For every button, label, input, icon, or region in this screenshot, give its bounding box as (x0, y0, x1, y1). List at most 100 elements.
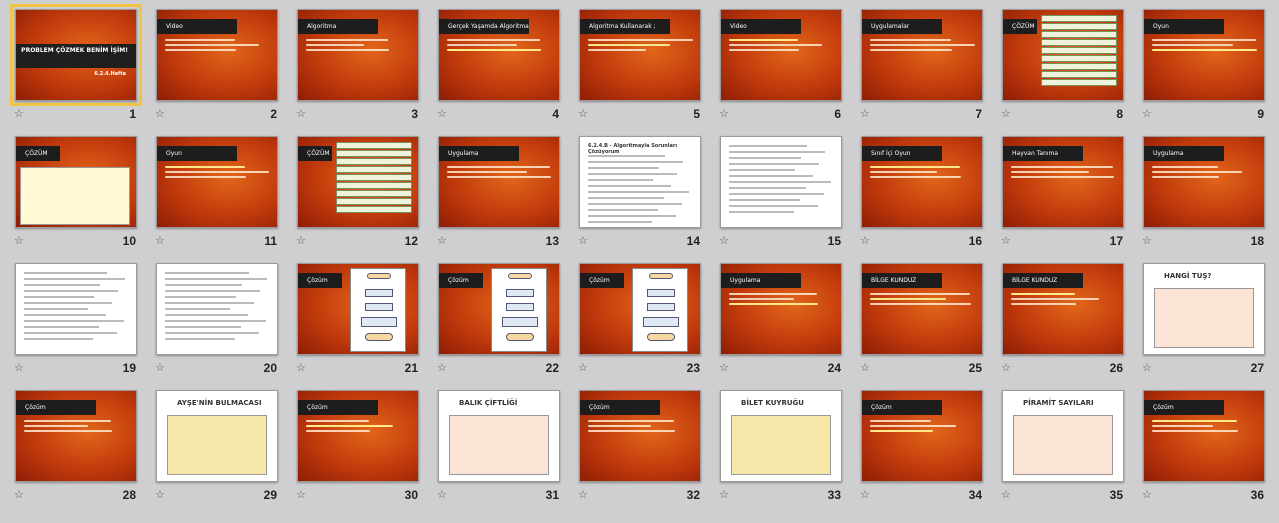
star-icon[interactable]: ☆ (719, 361, 729, 374)
slide-preview[interactable]: Algoritma (297, 9, 419, 101)
slide-preview[interactable] (156, 263, 278, 355)
slide-thumbnail-11[interactable]: Oyun ☆ 11 (141, 127, 281, 255)
slide-thumbnail-36[interactable]: Çözüm ☆ 36 (1128, 381, 1268, 509)
star-icon[interactable]: ☆ (296, 107, 306, 120)
slide-preview[interactable]: Çözüm (579, 263, 701, 355)
slide-preview[interactable]: Algoritma Kullanarak ; (579, 9, 701, 101)
slide-thumbnail-3[interactable]: Algoritma ☆ 3 (282, 0, 422, 128)
slide-preview[interactable]: Çözüm (579, 390, 701, 482)
slide-preview[interactable]: HANGİ TUŞ? (1143, 263, 1265, 355)
slide-thumbnail-5[interactable]: Algoritma Kullanarak ; ☆ 5 (564, 0, 704, 128)
star-icon[interactable]: ☆ (719, 107, 729, 120)
slide-thumbnail-17[interactable]: Hayvan Tanıma ☆ 17 (987, 127, 1127, 255)
slide-thumbnail-27[interactable]: HANGİ TUŞ? ☆ 27 (1128, 254, 1268, 382)
slide-thumbnail-24[interactable]: Uygulama ☆ 24 (705, 254, 845, 382)
slide-preview[interactable]: Uygulamalar (861, 9, 983, 101)
slide-thumbnail-35[interactable]: PİRAMİT SAYILARI ☆ 35 (987, 381, 1127, 509)
star-icon[interactable]: ☆ (578, 234, 588, 247)
slide-preview[interactable]: PROBLEM ÇÖZMEK BENİM İŞİM! 6.2.4.Hafta (10, 4, 142, 106)
slide-preview[interactable]: AYŞE'NİN BULMACASI (156, 390, 278, 482)
star-icon[interactable]: ☆ (1142, 234, 1152, 247)
star-icon[interactable]: ☆ (14, 488, 24, 501)
slide-preview[interactable]: Çözüm (297, 390, 419, 482)
slide-thumbnail-21[interactable]: Çözüm ☆ 21 (282, 254, 422, 382)
star-icon[interactable]: ☆ (719, 234, 729, 247)
slide-thumbnail-25[interactable]: BİLGE KUNDUZ ☆ 25 (846, 254, 986, 382)
slide-preview[interactable]: Çözüm (297, 263, 419, 355)
slide-preview[interactable]: BİLGE KUNDUZ (861, 263, 983, 355)
star-icon[interactable]: ☆ (437, 361, 447, 374)
star-icon[interactable]: ☆ (296, 361, 306, 374)
star-icon[interactable]: ☆ (155, 107, 165, 120)
star-icon[interactable]: ☆ (1001, 361, 1011, 374)
star-icon[interactable]: ☆ (296, 234, 306, 247)
slide-thumbnail-12[interactable]: ÇÖZÜM ☆ 12 (282, 127, 422, 255)
slide-preview[interactable]: Video (156, 9, 278, 101)
slide-thumbnail-4[interactable]: Gerçek Yaşamda Algoritma ☆ 4 (423, 0, 563, 128)
slide-preview[interactable]: Video (720, 9, 842, 101)
slide-preview[interactable]: Sınıf İçi Oyun (861, 136, 983, 228)
slide-thumbnail-31[interactable]: BALIK ÇİFTLİĞİ ☆ 31 (423, 381, 563, 509)
slide-thumbnail-33[interactable]: BİLET KUYRUĞU ☆ 33 (705, 381, 845, 509)
slide-preview[interactable]: BALIK ÇİFTLİĞİ (438, 390, 560, 482)
slide-preview[interactable]: Uygulama (1143, 136, 1265, 228)
star-icon[interactable]: ☆ (1001, 488, 1011, 501)
slide-preview[interactable]: Gerçek Yaşamda Algoritma (438, 9, 560, 101)
slide-preview[interactable]: PİRAMİT SAYILARI (1002, 390, 1124, 482)
slide-thumbnail-1[interactable]: PROBLEM ÇÖZMEK BENİM İŞİM! 6.2.4.Hafta ☆ 1 (0, 0, 142, 128)
star-icon[interactable]: ☆ (14, 234, 24, 247)
slide-thumbnail-28[interactable]: Çözüm ☆ 28 (0, 381, 140, 509)
slide-thumbnail-34[interactable]: Çözüm ☆ 34 (846, 381, 986, 509)
slide-preview[interactable]: Hayvan Tanıma (1002, 136, 1124, 228)
slide-thumbnail-20[interactable]: ☆ 20 (141, 254, 281, 382)
slide-thumbnail-32[interactable]: Çözüm ☆ 32 (564, 381, 704, 509)
star-icon[interactable]: ☆ (578, 488, 588, 501)
slide-preview[interactable]: 6.2.4.B - Algoritmayla Sorunları Çözüyor… (579, 136, 701, 228)
slide-thumbnail-22[interactable]: Çözüm ☆ 22 (423, 254, 563, 382)
slide-preview[interactable]: BİLGE KUNDUZ (1002, 263, 1124, 355)
star-icon[interactable]: ☆ (155, 488, 165, 501)
slide-thumbnail-2[interactable]: Video ☆ 2 (141, 0, 281, 128)
star-icon[interactable]: ☆ (860, 361, 870, 374)
star-icon[interactable]: ☆ (578, 107, 588, 120)
slide-thumbnail-29[interactable]: AYŞE'NİN BULMACASI ☆ 29 (141, 381, 281, 509)
star-icon[interactable]: ☆ (719, 488, 729, 501)
star-icon[interactable]: ☆ (155, 361, 165, 374)
star-icon[interactable]: ☆ (1001, 234, 1011, 247)
slide-thumbnail-18[interactable]: Uygulama ☆ 18 (1128, 127, 1268, 255)
slide-thumbnail-6[interactable]: Video ☆ 6 (705, 0, 845, 128)
slide-preview[interactable] (720, 136, 842, 228)
slide-preview[interactable]: Uygulama (438, 136, 560, 228)
slide-thumbnail-19[interactable]: ☆ 19 (0, 254, 140, 382)
star-icon[interactable]: ☆ (14, 107, 24, 120)
star-icon[interactable]: ☆ (1001, 107, 1011, 120)
slide-thumbnail-13[interactable]: Uygulama ☆ 13 (423, 127, 563, 255)
slide-thumbnail-26[interactable]: BİLGE KUNDUZ ☆ 26 (987, 254, 1127, 382)
slide-preview[interactable]: Çözüm (861, 390, 983, 482)
star-icon[interactable]: ☆ (578, 361, 588, 374)
slide-thumbnail-23[interactable]: Çözüm ☆ 23 (564, 254, 704, 382)
star-icon[interactable]: ☆ (437, 234, 447, 247)
slide-preview[interactable]: ÇÖZÜM (297, 136, 419, 228)
star-icon[interactable]: ☆ (860, 488, 870, 501)
slide-thumbnail-7[interactable]: Uygulamalar ☆ 7 (846, 0, 986, 128)
slide-preview[interactable]: Oyun (156, 136, 278, 228)
star-icon[interactable]: ☆ (155, 234, 165, 247)
slide-thumbnail-8[interactable]: ÇÖZÜM ☆ 8 (987, 0, 1127, 128)
slide-preview[interactable]: Çözüm (1143, 390, 1265, 482)
slide-preview[interactable]: ÇÖZÜM (1002, 9, 1124, 101)
slide-thumbnail-14[interactable]: 6.2.4.B - Algoritmayla Sorunları Çözüyor… (564, 127, 704, 255)
star-icon[interactable]: ☆ (1142, 107, 1152, 120)
slide-preview[interactable]: BİLET KUYRUĞU (720, 390, 842, 482)
star-icon[interactable]: ☆ (860, 107, 870, 120)
star-icon[interactable]: ☆ (437, 107, 447, 120)
slide-thumbnail-15[interactable]: ☆ 15 (705, 127, 845, 255)
slide-preview[interactable]: ÇÖZÜM (15, 136, 137, 228)
star-icon[interactable]: ☆ (860, 234, 870, 247)
star-icon[interactable]: ☆ (296, 488, 306, 501)
star-icon[interactable]: ☆ (1142, 488, 1152, 501)
slide-preview[interactable]: Çözüm (438, 263, 560, 355)
slide-thumbnail-10[interactable]: ÇÖZÜM ☆ 10 (0, 127, 140, 255)
star-icon[interactable]: ☆ (437, 488, 447, 501)
slide-preview[interactable]: Çözüm (15, 390, 137, 482)
